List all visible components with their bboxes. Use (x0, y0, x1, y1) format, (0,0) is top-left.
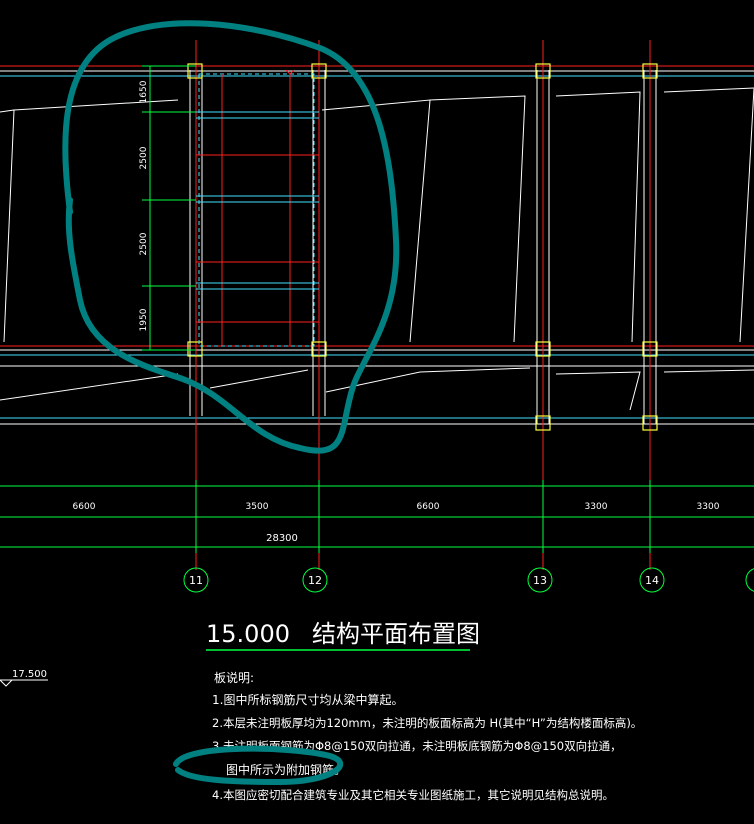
vdim-3: 2500 (139, 232, 149, 255)
note-1: 1.图中所标钢筋尺寸均从梁中算起。 (212, 692, 403, 707)
axis-label-14: 14 (645, 574, 659, 587)
bay-dim-1: 6600 (73, 502, 96, 512)
title-name: 结构平面布置图 (312, 620, 480, 648)
bay-dim-4: 3300 (585, 502, 608, 512)
notes-header: 板说明: (214, 670, 254, 685)
stair-opening (196, 69, 319, 347)
side-elevation-text: 17.500 (12, 669, 47, 680)
annotation-loop-large (62, 20, 400, 454)
axis-bubbles (183, 567, 754, 593)
bay-dim-3: 6600 (417, 502, 440, 512)
slab-section-marks (0, 87, 754, 411)
vdim-1: 1650 (139, 80, 149, 103)
bay-dim-2: 3500 (246, 502, 269, 512)
columns (187, 63, 658, 431)
note-2: 2.本层未注明板厚均为120mm，未注明的板面标高为 H(其中“H”为结构楼面标… (212, 716, 642, 730)
drawing-title: 15.000 结构平面布置图 (206, 620, 480, 651)
title-elevation: 15.000 (206, 620, 290, 648)
bay-dimension-labels: 6600 3500 6600 3300 3300 28300 (73, 502, 720, 544)
bottom-beam-lines (0, 417, 754, 425)
vdim-2: 2500 (139, 146, 149, 169)
horizontal-dimension-lines (0, 480, 754, 553)
vdim-4: 1950 (139, 308, 149, 331)
axis-labels: 11 12 13 14 (189, 574, 659, 587)
axis-label-12: 12 (308, 574, 322, 587)
vertical-axes (189, 40, 657, 570)
structural-plan-drawing: 1650 2500 2500 1950 6600 3500 6600 3300 … (0, 20, 754, 802)
axis-label-13: 13 (533, 574, 547, 587)
bay-dim-5: 3300 (697, 502, 720, 512)
top-beam-lines (0, 65, 754, 77)
side-elevation-mark: 17.500 (0, 669, 48, 687)
vertical-dimension-labels: 1650 2500 2500 1950 (139, 80, 149, 331)
vertical-dimension-chain (142, 65, 196, 351)
total-dimension: 28300 (266, 533, 298, 544)
annotation-markers (62, 20, 400, 785)
axis-label-11: 11 (189, 574, 203, 587)
note-4: 4.本图应密切配合建筑专业及其它相关专业图纸施工，其它说明见结构总说明。 (212, 788, 614, 802)
